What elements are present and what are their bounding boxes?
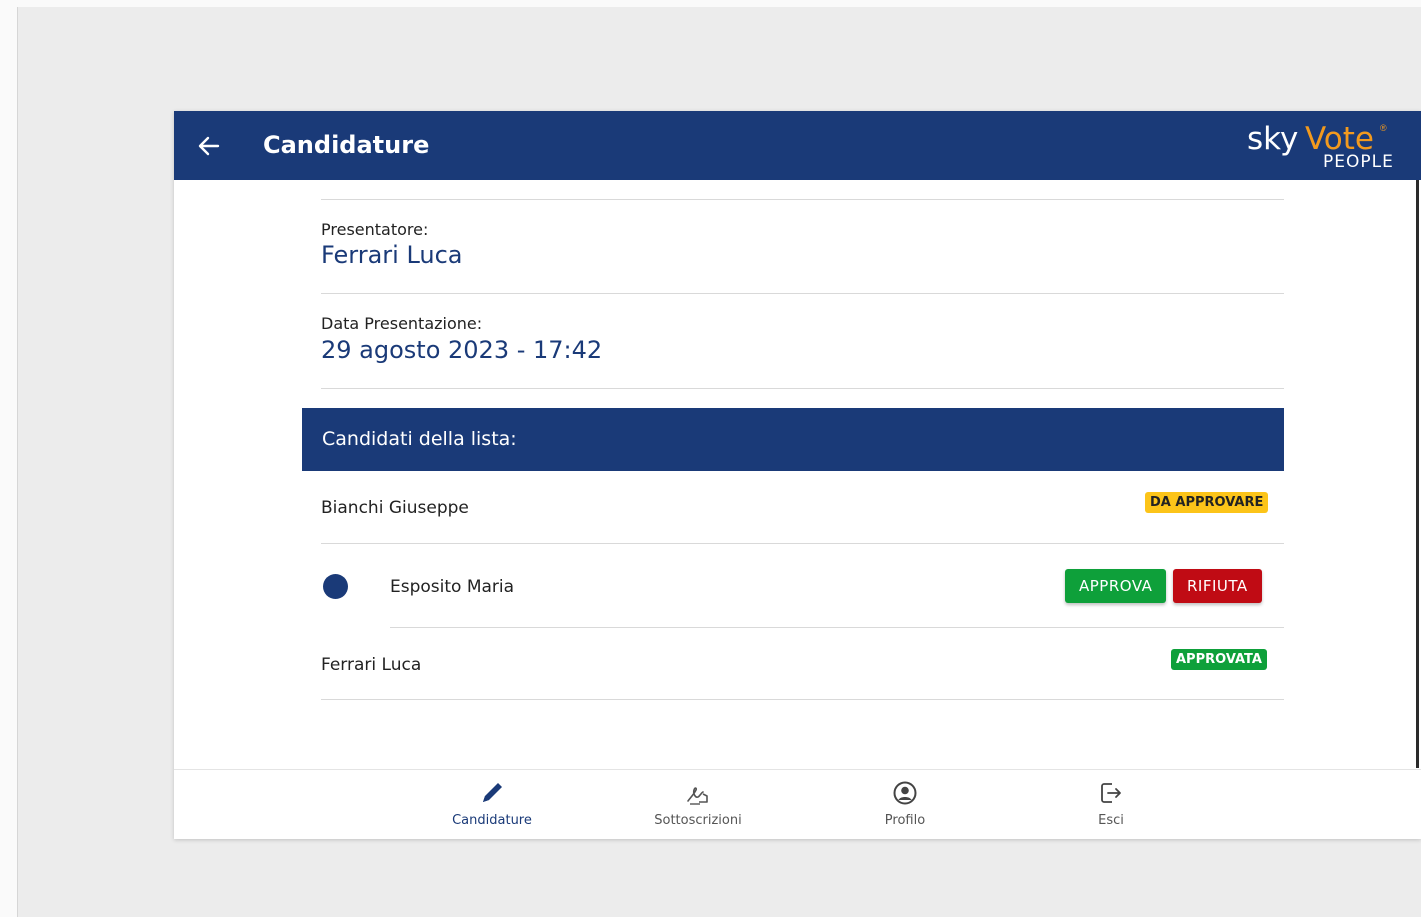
presenter-value: Ferrari Luca (321, 241, 463, 269)
presenter-label: Presentatore: (321, 220, 429, 239)
candidate-name: Ferrari Luca (321, 655, 422, 675)
reject-button[interactable]: RIFIUTA (1173, 569, 1262, 603)
logout-icon (1101, 783, 1121, 803)
divider (321, 699, 1284, 700)
scrollbar[interactable] (1411, 180, 1421, 768)
nav-label: Esci (1098, 813, 1124, 828)
nav-label: Profilo (884, 813, 926, 828)
profile-icon (893, 781, 917, 805)
approve-button[interactable]: APPROVA (1065, 569, 1167, 603)
logo-people: PEOPLE (1323, 152, 1394, 172)
divider (321, 199, 1284, 200)
candidates-list-header: Candidati della lista: (302, 408, 1284, 471)
status-badge-pending: DA APPROVARE (1145, 492, 1269, 513)
divider (321, 293, 1284, 294)
candidates-list-title: Candidati della lista: (322, 428, 517, 450)
nav-item-sottoscrizioni[interactable]: Sottoscrizioni (633, 770, 763, 839)
divider (321, 388, 1284, 389)
date-label: Data Presentazione: (321, 314, 483, 333)
status-badge-approved: APPROVATA (1171, 649, 1267, 670)
nav-item-profilo[interactable]: Profilo (840, 770, 970, 839)
signature-icon (687, 787, 708, 805)
pencil-icon (483, 783, 502, 802)
candidature-detail: Presentatore: Ferrari Luca Data Presenta… (302, 180, 1284, 768)
nav-label: Sottoscrizioni (654, 813, 742, 828)
nav-item-candidature[interactable]: Candidature (427, 770, 557, 839)
candidate-name: Bianchi Giuseppe (321, 498, 469, 518)
logo-registered: ® (1380, 123, 1387, 133)
app-header: Candidature sky Vote ® PEOPLE (174, 111, 1421, 180)
nav-item-esci[interactable]: Esci (1046, 770, 1176, 839)
divider (390, 627, 1284, 628)
selection-dot[interactable] (323, 574, 348, 599)
app-window: Candidature sky Vote ® PEOPLE Presentato… (174, 111, 1421, 839)
bottom-nav: Candidature Sottoscrizioni Profilo Esci (174, 769, 1421, 839)
window-edge (0, 0, 18, 917)
divider (321, 543, 1284, 544)
arrow-left-icon (198, 136, 220, 156)
nav-label: Candidature (452, 813, 532, 828)
date-value: 29 agosto 2023 - 17:42 (321, 336, 603, 364)
skyvote-logo: sky Vote ® PEOPLE (1247, 121, 1407, 172)
window-top-edge (17, 0, 1421, 7)
logo-sky: sky (1247, 121, 1299, 157)
back-button[interactable] (196, 133, 222, 159)
page-title: Candidature (263, 131, 430, 159)
scrollbar-thumb[interactable] (1416, 180, 1419, 768)
candidate-name: Esposito Maria (390, 577, 515, 597)
